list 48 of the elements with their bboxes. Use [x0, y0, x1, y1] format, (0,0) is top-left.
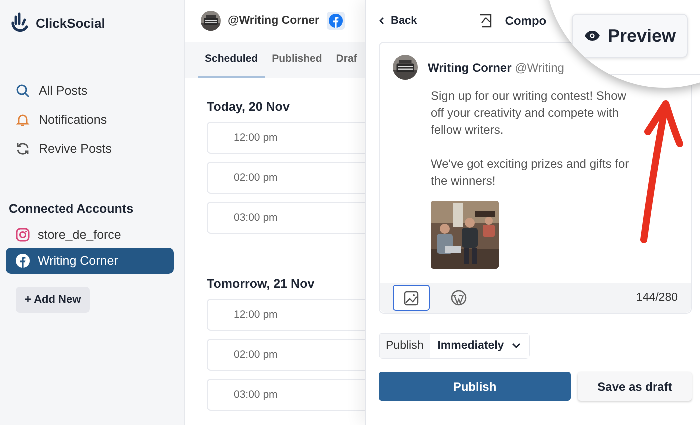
publish-button[interactable]: Publish — [379, 372, 571, 401]
schedule-label: Publish — [380, 334, 430, 358]
account-name: Writing Corner — [38, 254, 118, 268]
post-text: We've got exciting prizes and gifts for the winners! — [431, 156, 630, 190]
chevron-left-icon — [379, 17, 385, 25]
day-heading: Tomorrow, 21 Nov — [207, 277, 316, 291]
time-slot[interactable]: 03:00 pm — [207, 202, 365, 234]
tab[interactable]: Published — [265, 42, 330, 78]
refresh-icon — [16, 142, 30, 156]
nav-item[interactable]: Notifications — [0, 105, 184, 134]
facebook-icon — [16, 254, 30, 268]
eye-icon — [584, 30, 601, 42]
account-item[interactable]: store_de_force — [6, 222, 174, 248]
time-slot[interactable]: 12:00 pm — [207, 122, 365, 154]
nav-label: Notifications — [39, 112, 108, 126]
day-heading: Today, 20 Nov — [207, 100, 291, 114]
back-button[interactable]: Back — [379, 15, 418, 27]
instagram-icon — [16, 228, 30, 242]
add-new-button[interactable]: + Add New — [16, 287, 90, 313]
logo-icon — [10, 12, 30, 34]
nav-item[interactable]: All Posts — [0, 76, 184, 105]
nav-label: Revive Posts — [39, 142, 112, 156]
panel-title: Compo — [505, 14, 547, 28]
time-slot[interactable]: 12:00 pm — [207, 299, 365, 331]
account-name: store_de_force — [38, 228, 122, 242]
tab[interactable]: Scheduled — [198, 42, 266, 78]
wordpress-icon — [450, 290, 466, 306]
save-draft-button[interactable]: Save as draft — [578, 372, 692, 401]
nav-label: All Posts — [39, 84, 88, 98]
character-count: 144/280 — [636, 292, 678, 304]
tab[interactable]: Draf — [329, 42, 364, 78]
time-slot[interactable]: 02:00 pm — [207, 162, 365, 194]
image-icon — [404, 290, 419, 306]
facebook-icon — [326, 12, 345, 30]
brand-name: ClickSocial — [36, 16, 106, 30]
time-slot[interactable]: 03:00 pm — [207, 379, 365, 411]
account-item[interactable]: Writing Corner — [6, 248, 174, 274]
nav-item[interactable]: Revive Posts — [0, 134, 184, 163]
post-text: Sign up for our writing contest! Show off your creativity and compete with fellow writers. — [431, 88, 628, 139]
image-tool[interactable] — [393, 285, 430, 311]
account-handle: @Writing Corner — [228, 15, 320, 27]
time-slot[interactable]: 02:00 pm — [207, 339, 365, 371]
chevron-down-icon — [512, 343, 522, 349]
bell-icon — [16, 112, 30, 126]
post-author: Writing Corner @Writing — [428, 60, 564, 74]
section-heading: Connected Accounts — [9, 202, 135, 216]
search-icon — [16, 84, 30, 98]
preview-button[interactable]: Preview — [572, 14, 688, 58]
